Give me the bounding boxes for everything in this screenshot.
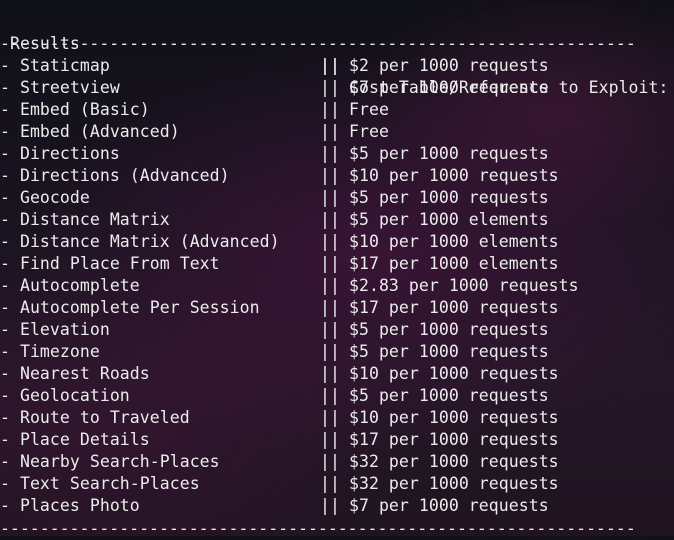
api-cost: $2 per 1000 requests [349,56,549,75]
api-name: - Geolocation [0,386,130,405]
column-separator: || [320,452,340,471]
api-name: - Find Place From Text [0,254,220,273]
header-rule: ----------------------------------------… [0,34,636,53]
api-cost: $10 per 1000 requests [349,408,559,427]
api-cost: Free [349,122,389,141]
column-separator: || [320,122,340,141]
column-separator: || [320,254,340,273]
column-separator: || [320,210,340,229]
api-cost: $5 per 1000 elements [349,210,549,229]
column-separator: || [320,364,340,383]
api-name: - Embed (Basic) [0,100,150,119]
column-separator: || [320,496,340,515]
column-separator: || [320,100,340,119]
column-separator: || [320,474,340,493]
api-cost: $5 per 1000 requests [349,386,549,405]
api-cost: $17 per 1000 requests [349,430,559,449]
api-cost: Free [349,100,389,119]
api-name: - Directions [0,144,120,163]
api-cost: $17 per 1000 elements [349,254,559,273]
api-cost: $10 per 1000 requests [349,364,559,383]
column-separator: || [320,408,340,427]
api-cost: $5 per 1000 requests [349,342,549,361]
column-separator: || [320,430,340,449]
api-cost: $10 per 1000 requests [349,166,559,185]
api-cost: $17 per 1000 requests [349,298,559,317]
api-cost: $7 per 1000 requests [349,78,549,97]
api-name: - Embed (Advanced) [0,122,180,141]
api-cost: $5 per 1000 requests [349,188,549,207]
api-cost: $5 per 1000 requests [349,144,549,163]
api-name: - Distance Matrix (Advanced) [0,232,280,251]
api-name: - Place Details [0,430,150,449]
api-cost: $10 per 1000 elements [349,232,559,251]
api-name: - Places Photo [0,496,140,515]
api-name: - Text Search-Places [0,474,200,493]
column-separator: || [320,56,340,75]
top-rule: ----------------------------------------… [0,0,636,10]
api-name: - Distance Matrix [0,210,170,229]
column-separator: || [320,78,340,97]
column-separator: || [320,320,340,339]
column-separator: || [320,342,340,361]
column-separator: || [320,386,340,405]
bottom-rule: ----------------------------------------… [0,519,636,538]
table-header: Results || Cost Table/Reference to Explo… [0,11,668,97]
api-name: - Nearby Search-Places [0,452,220,471]
api-cost: $32 per 1000 requests [349,474,559,493]
api-name: - Autocomplete Per Session [0,298,260,317]
api-name: - Geocode [0,188,90,207]
api-name: - Directions (Advanced) [0,166,230,185]
api-name: - Autocomplete [0,276,140,295]
api-cost: $5 per 1000 requests [349,320,549,339]
api-cost: $2.83 per 1000 requests [349,276,579,295]
api-name: - Timezone [0,342,100,361]
api-cost: $32 per 1000 requests [349,452,559,471]
terminal-output: ----------------------------------------… [0,0,674,538]
api-cost: $7 per 1000 requests [349,496,549,515]
column-separator: || [320,166,340,185]
column-separator: || [320,298,340,317]
api-name: - Route to Traveled [0,408,190,427]
column-separator: || [320,188,340,207]
column-separator: || [320,144,340,163]
api-name: - Nearest Roads [0,364,150,383]
api-name: - Streetview [0,78,120,97]
api-name: - Elevation [0,320,110,339]
api-name: - Staticmap [0,56,110,75]
column-separator: || [320,232,340,251]
column-separator: || [320,276,340,295]
